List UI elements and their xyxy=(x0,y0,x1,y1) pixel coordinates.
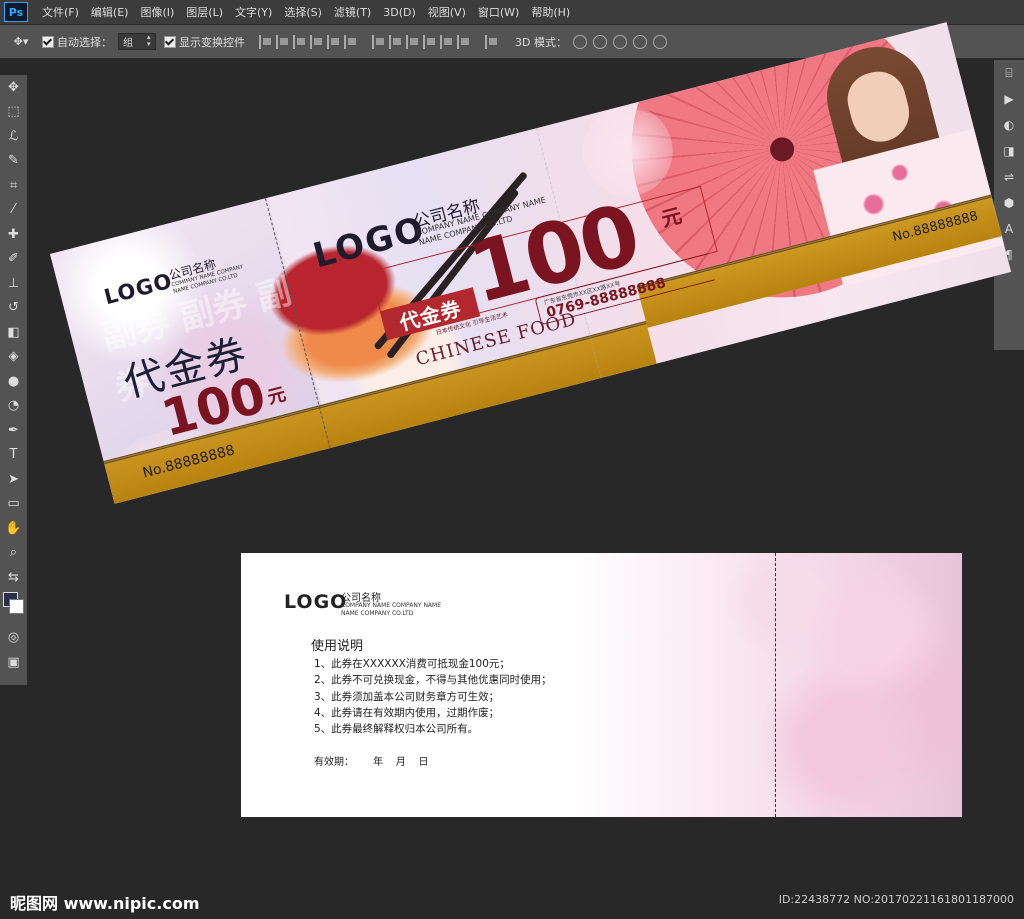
clone-stamp-tool-icon[interactable]: ⊥ xyxy=(0,271,27,296)
image-id-text: ID:22438772 NO:20170221161801187000 xyxy=(778,893,1014,906)
adjustments-panel-icon[interactable]: ◨ xyxy=(994,138,1024,164)
voucher-back: LOGO 公司名称 COMPANY NAME COMPANY NAME NAME… xyxy=(241,553,962,817)
rule-item: 4、此券请在有效期内使用，过期作废； xyxy=(314,706,500,719)
align-top-icon[interactable] xyxy=(259,34,273,49)
validity-period: 有效期： 年 月 日 xyxy=(314,757,429,768)
rule-item: 2、此券不可兑换现金，不得与其他优惠同时使用； xyxy=(314,674,552,687)
distribute-right-icon[interactable] xyxy=(457,34,471,49)
photoshop-logo: Ps xyxy=(4,2,28,22)
show-transform-checkbox[interactable] xyxy=(164,35,176,48)
align-hcenter-icon[interactable] xyxy=(327,34,341,49)
distribute-top-icon[interactable] xyxy=(372,34,386,49)
quick-mask-icon[interactable]: ◎ xyxy=(0,626,27,651)
3d-rotate-icon[interactable] xyxy=(572,34,587,49)
3d-roll-icon[interactable] xyxy=(592,34,607,49)
color-swatches xyxy=(0,590,27,626)
zoom-tool-icon[interactable]: ⌕ xyxy=(0,541,27,566)
distribute-left-icon[interactable] xyxy=(423,34,437,49)
properties-panel-icon[interactable]: ◐ xyxy=(994,112,1024,138)
hand-tool-icon[interactable]: ✋ xyxy=(0,516,27,541)
align-buttons xyxy=(259,34,358,49)
rule-item: 3、此券须加盖本公司财务章方可生效； xyxy=(314,690,500,703)
rule-item: 1、此券在XXXXXX消费可抵现金100元； xyxy=(314,658,510,670)
menu-image[interactable]: 图像(I) xyxy=(134,4,180,20)
move-tool-icon[interactable]: ✥ xyxy=(0,75,27,100)
menu-view[interactable]: 视图(V) xyxy=(422,4,472,20)
usage-instructions-title: 使用说明 xyxy=(311,639,364,654)
distribute-buttons xyxy=(372,34,471,49)
auto-align-layers-icon[interactable] xyxy=(485,34,499,49)
align-bottom-icon[interactable] xyxy=(293,34,307,49)
3d-scale-icon[interactable] xyxy=(652,34,667,49)
actions-panel-icon[interactable]: ▶ xyxy=(994,86,1024,112)
background-color-swatch[interactable] xyxy=(9,598,24,614)
auto-select-checkbox[interactable] xyxy=(42,35,54,48)
align-left-icon[interactable] xyxy=(310,34,324,49)
align-vcenter-icon[interactable] xyxy=(276,34,290,49)
nipic-watermark: 昵图网 www.nipic.com xyxy=(10,894,200,913)
distribute-bottom-icon[interactable] xyxy=(406,34,420,49)
dodge-tool-icon[interactable]: ◔ xyxy=(0,394,27,419)
brush-tool-icon[interactable]: ✐ xyxy=(0,247,27,272)
menu-3d[interactable]: 3D(D) xyxy=(377,6,422,19)
auto-select-label: 自动选择： xyxy=(57,35,112,49)
menu-filter[interactable]: 滤镜(T) xyxy=(328,4,377,20)
panel-dock: ⌸ ▶ ◐ ◨ ⇌ ⬢ A ¶ xyxy=(994,60,1024,350)
usage-rules: 1、此券在XXXXXX消费可抵现金100元； 2、此券不可兑换现金，不得与其他优… xyxy=(314,656,552,737)
quick-select-tool-icon[interactable]: ✎ xyxy=(0,149,27,174)
layers-panel-icon[interactable]: ⇌ xyxy=(994,164,1024,190)
auto-align-group xyxy=(485,34,499,49)
crop-tool-icon[interactable]: ⌗ xyxy=(0,173,27,198)
3d-pan-icon[interactable] xyxy=(612,34,627,49)
voucher-front: 副券 副券 副券 LOGO 公司名称 COMPANY NAME COMPANY … xyxy=(50,22,1012,504)
distribute-hcenter-icon[interactable] xyxy=(440,34,454,49)
menu-window[interactable]: 窗口(W) xyxy=(472,4,525,20)
history-brush-tool-icon[interactable]: ↺ xyxy=(0,296,27,321)
perforation-line xyxy=(775,553,776,817)
menu-edit[interactable]: 编辑(E) xyxy=(85,4,135,20)
menu-help[interactable]: 帮助(H) xyxy=(525,4,576,20)
back-company-en-line2: NAME COMPANY CO.LTD xyxy=(341,610,414,617)
move-tool-preset-icon[interactable]: ✥▾ xyxy=(8,31,34,53)
menu-select[interactable]: 选择(S) xyxy=(278,4,328,20)
show-transform-label: 显示变换控件 xyxy=(179,35,245,49)
screen-mode-icon[interactable]: ▣ xyxy=(0,650,27,675)
tools-panel: ✥ ⬚ ℒ ✎ ⌗ ⁄ ✚ ✐ ⊥ ↺ ◧ ◈ ● ◔ ✒ T ➤ ▭ ✋ ⌕ … xyxy=(0,75,28,685)
rectangle-tool-icon[interactable]: ▭ xyxy=(0,492,27,517)
align-right-icon[interactable] xyxy=(344,34,358,49)
back-logo: LOGO xyxy=(284,591,348,613)
eraser-tool-icon[interactable]: ◧ xyxy=(0,320,27,345)
distribute-vcenter-icon[interactable] xyxy=(389,34,403,49)
auto-select-dropdown[interactable]: 组 xyxy=(118,33,156,50)
menu-type[interactable]: 文字(Y) xyxy=(229,4,278,20)
menu-file[interactable]: 文件(F) xyxy=(36,4,85,20)
menu-bar: Ps 文件(F) 编辑(E) 图像(I) 图层(L) 文字(Y) 选择(S) 滤… xyxy=(0,0,1024,25)
cherry-blossom-image xyxy=(571,553,962,817)
path-select-tool-icon[interactable]: ➤ xyxy=(0,467,27,492)
3d-panel-icon[interactable]: ⬢ xyxy=(994,190,1024,216)
history-panel-icon[interactable]: ⌸ xyxy=(994,60,1024,86)
paint-bucket-tool-icon[interactable]: ◈ xyxy=(0,345,27,370)
pen-tool-icon[interactable]: ✒ xyxy=(0,418,27,443)
eyedropper-tool-icon[interactable]: ⁄ xyxy=(0,198,27,223)
back-company-en-line1: COMPANY NAME COMPANY NAME xyxy=(341,602,442,609)
rule-item: 5、此券最终解释权归本公司所有。 xyxy=(314,723,479,736)
lasso-tool-icon[interactable]: ℒ xyxy=(0,124,27,149)
healing-brush-tool-icon[interactable]: ✚ xyxy=(0,222,27,247)
menu-layer[interactable]: 图层(L) xyxy=(180,4,229,20)
blur-tool-icon[interactable]: ● xyxy=(0,369,27,394)
mode-3d-label: 3D 模式： xyxy=(515,35,567,49)
type-tool-icon[interactable]: T xyxy=(0,443,27,468)
marquee-tool-icon[interactable]: ⬚ xyxy=(0,100,27,125)
3d-slide-icon[interactable] xyxy=(632,34,647,49)
swap-colors-icon[interactable]: ⇆ xyxy=(0,565,27,590)
